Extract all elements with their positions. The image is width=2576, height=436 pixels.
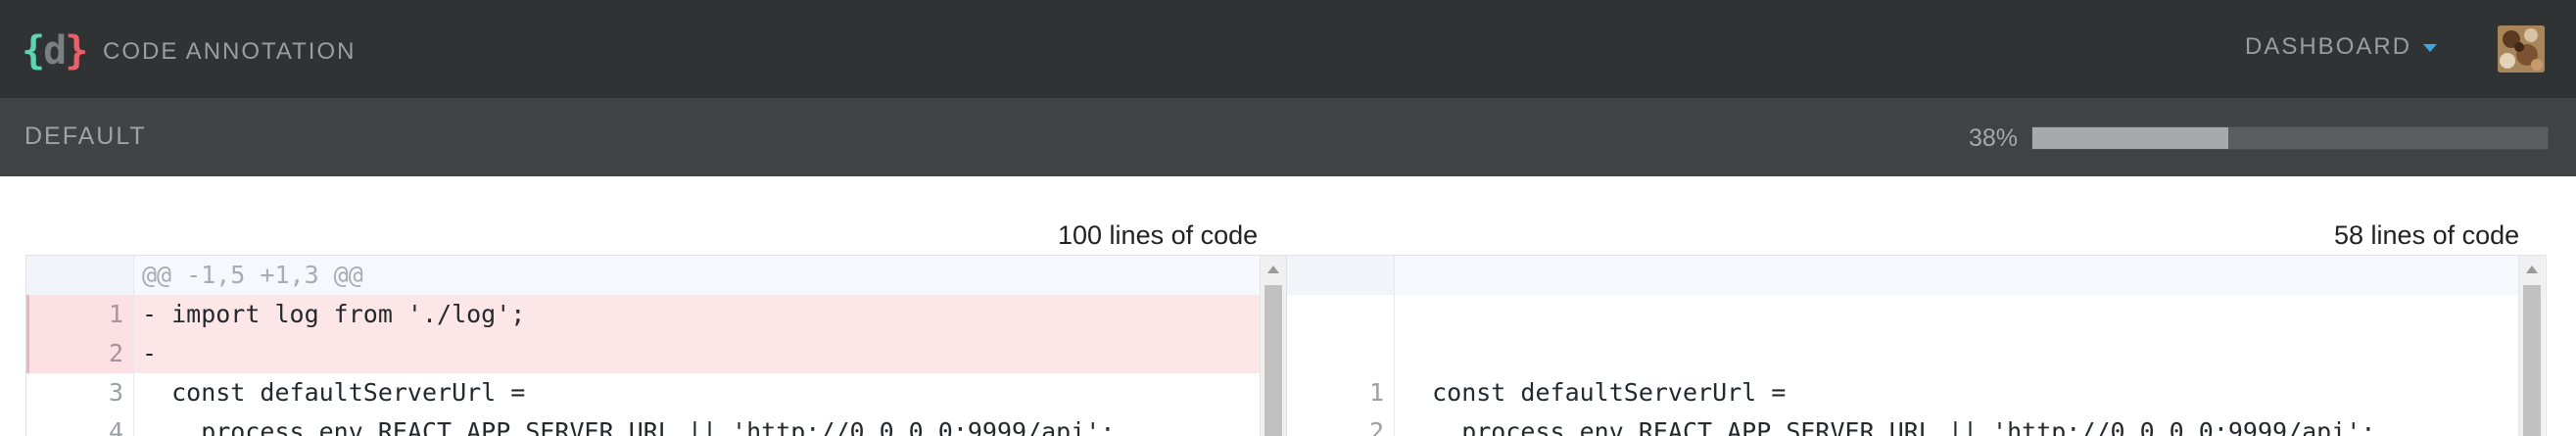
dashboard-label: DASHBOARD: [2245, 33, 2412, 60]
right-scrollbar[interactable]: [2518, 256, 2545, 436]
right-diff-pane[interactable]: 1 const defaultServerUrl = 2 process.env…: [1286, 255, 2547, 436]
line-number: 3: [26, 373, 134, 412]
app-logo[interactable]: {d}: [22, 25, 88, 76]
logo-left-brace: {: [22, 28, 45, 73]
progress-percent: 38%: [1968, 124, 2018, 152]
context-line[interactable]: 4 process.env.REACT_APP_SERVER_URL || 'h…: [26, 412, 1287, 436]
code-text: const defaultServerUrl =: [1403, 378, 1787, 407]
context-line[interactable]: 3 const defaultServerUrl =: [26, 373, 1287, 412]
diff-hunk-header: [1287, 256, 2546, 295]
dashboard-dropdown[interactable]: DASHBOARD: [2245, 32, 2438, 62]
right-lines-of-code: 58 lines of code: [2334, 220, 2520, 250]
line-number: [26, 256, 134, 295]
user-avatar[interactable]: [2498, 25, 2545, 73]
logo-letter: d: [43, 28, 67, 73]
line-number: [1287, 256, 1395, 295]
code-text: - import log from './log';: [142, 300, 526, 328]
annotation-set-title: DEFAULT: [24, 122, 147, 150]
scroll-up-icon[interactable]: [2526, 266, 2538, 273]
scrollbar-thumb[interactable]: [1264, 285, 1282, 436]
top-navbar: [0, 0, 2576, 98]
deleted-line[interactable]: 1 - import log from './log';: [26, 295, 1287, 334]
scroll-up-icon[interactable]: [1267, 266, 1279, 273]
code-text: -: [142, 339, 158, 367]
context-line[interactable]: 2 process.env.REACT_APP_SERVER_URL || 'h…: [1287, 412, 2546, 436]
scrollbar-thumb[interactable]: [2523, 285, 2541, 436]
line-number: 4: [26, 412, 134, 436]
code-text: process.env.REACT_APP_SERVER_URL || 'htt…: [1403, 417, 2376, 436]
line-number: [1287, 295, 1395, 334]
code-text: @@ -1,5 +1,3 @@: [142, 261, 363, 289]
empty-line: [1287, 334, 2546, 373]
context-line[interactable]: 1 const defaultServerUrl =: [1287, 373, 2546, 412]
line-number: 1: [26, 295, 134, 334]
progress-fill: [2032, 127, 2228, 149]
line-number: 1: [1287, 373, 1395, 412]
left-diff-pane[interactable]: @@ -1,5 +1,3 @@ 1 - import log from './l…: [25, 255, 1288, 436]
line-number: 2: [1287, 412, 1395, 436]
code-text: const defaultServerUrl =: [142, 378, 526, 407]
caret-down-icon: [2423, 44, 2438, 52]
logo-right-brace: }: [65, 28, 88, 73]
deleted-line[interactable]: 2 -: [26, 334, 1287, 373]
left-lines-of-code: 100 lines of code: [1058, 220, 1259, 250]
line-number: 2: [26, 334, 134, 373]
progress-bar: [2031, 126, 2549, 150]
code-text: process.env.REACT_APP_SERVER_URL || 'htt…: [142, 417, 1116, 436]
diff-hunk-header: @@ -1,5 +1,3 @@: [26, 256, 1287, 295]
app-title[interactable]: CODE ANNOTATION: [103, 37, 356, 67]
empty-line: [1287, 295, 2546, 334]
line-number: [1287, 334, 1395, 373]
left-scrollbar[interactable]: [1260, 256, 1286, 436]
